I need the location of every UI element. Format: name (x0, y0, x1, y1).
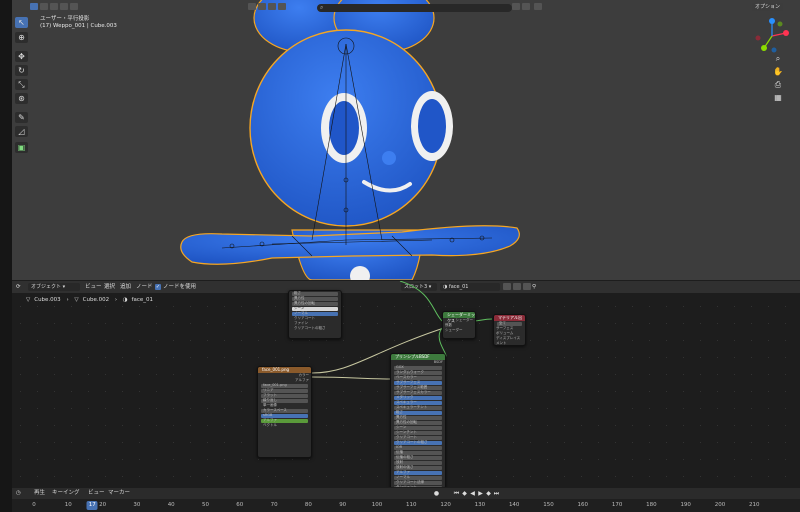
cursor-tool-icon[interactable]: ⊕ (15, 32, 28, 43)
frame-tick: 20 (99, 502, 107, 508)
frame-tick: 50 (202, 502, 209, 508)
record-icon[interactable]: ● (433, 490, 440, 497)
keying-menu[interactable]: キーイング (52, 488, 80, 499)
measure-tool-icon[interactable]: ◿ (15, 126, 28, 137)
search-icon: ⌕ (320, 4, 324, 11)
prev-keyframe-icon[interactable]: ◆ (461, 490, 468, 497)
tool-shelf: ↖ ⊕ ✥ ↻ ⤡ ⊛ ✎ ◿ ▣ (12, 15, 31, 155)
select-tool-icon[interactable]: ↖ (15, 17, 28, 28)
mix-shader-node[interactable]: シェーダーミックス シェーダー 係数 シェーダー (442, 311, 476, 339)
frame-tick: 30 (133, 502, 141, 508)
node-row[interactable]: ディスプレイスメント (496, 336, 523, 345)
frame-tick: 140 (508, 502, 520, 508)
proportional-edit-button[interactable] (278, 3, 286, 10)
image-texture-node[interactable]: face_001.png カラー アルファ face_001.png リニア フ… (257, 366, 312, 458)
snap-button[interactable] (268, 3, 276, 10)
frame-tick: 120 (440, 502, 451, 508)
play-icon[interactable]: ▶ (477, 490, 484, 497)
viewport-header: ⌕ オプション (12, 0, 800, 14)
frame-tick: 90 (339, 502, 347, 508)
timeline-editor-icon[interactable]: ◷ (16, 488, 21, 499)
frame-tick: 160 (577, 502, 589, 508)
filter-button[interactable] (534, 3, 542, 10)
frame-tick: 180 (646, 502, 657, 508)
object-info: (17) Weppo_001 | Cube.003 (40, 23, 117, 29)
grid-view-icon[interactable]: ▦ (772, 92, 784, 103)
pivot-button[interactable] (258, 3, 266, 10)
overlay-button[interactable] (512, 3, 520, 10)
annotate-tool-icon[interactable]: ✎ (15, 112, 28, 123)
next-keyframe-icon[interactable]: ◆ (485, 490, 492, 497)
frame-tick: 10 (64, 502, 72, 508)
frame-tick: 110 (406, 502, 417, 508)
viewport-search-input[interactable]: ⌕ (317, 4, 512, 12)
node-row[interactable]: シェーダー (445, 328, 473, 333)
add-cube-tool-icon[interactable]: ▣ (15, 142, 28, 153)
frame-tick: 40 (167, 502, 175, 508)
frame-tick: 80 (304, 502, 312, 508)
frame-tick: 70 (270, 502, 278, 508)
frame-tick: 130 (474, 502, 486, 508)
frame-tick: 60 (236, 502, 244, 508)
node-row[interactable]: ベクトル (260, 423, 309, 428)
select-mode-button-2[interactable] (40, 3, 48, 10)
3d-viewport[interactable]: ⌕ オプション ユーザー・平行投影 (17) Weppo_001 | Cube.… (12, 0, 800, 280)
frame-tick: 150 (543, 502, 554, 508)
viewport-scene (180, 0, 520, 280)
viewport-info: ユーザー・平行投影 (17) Weppo_001 | Cube.003 (40, 16, 117, 30)
play-reverse-icon[interactable]: ◀ (469, 490, 476, 497)
transform-tool-icon[interactable]: ⊛ (15, 93, 28, 104)
current-frame-indicator[interactable]: 17 (86, 501, 98, 510)
timeline-header: ◷ 再生 キーイング ビュー マーカー ● ⏮ ◆ ◀ ▶ ◆ ⏭ (12, 488, 800, 499)
frame-tick: 170 (611, 502, 623, 508)
marker-menu[interactable]: マーカー (108, 488, 130, 499)
left-edge-strip (0, 0, 12, 512)
move-tool-icon[interactable]: ✥ (15, 51, 28, 62)
camera-icon[interactable]: ⎙ (772, 79, 784, 90)
navigation-gizmo[interactable] (752, 16, 792, 56)
view-name: ユーザー・平行投影 (40, 16, 90, 22)
frame-tick: 190 (680, 502, 691, 508)
partial-bsdf-node[interactable]: 粗さ 異方性 異方性の回転 シーン ノーマル クリアコート ファイン クリアコー… (288, 290, 342, 339)
frame-tick: 0 (32, 502, 36, 508)
shader-node-editor[interactable]: ⟳ オブジェクト ▾ ビュー 選択 追加 ノード ✓ ノードを使用 スロット3 … (12, 281, 800, 487)
select-mode-button[interactable] (30, 3, 38, 10)
view-menu[interactable]: ビュー (88, 488, 105, 499)
transform-orientation-button[interactable] (248, 3, 256, 10)
node-row[interactable]: クリアコートの粗さ (291, 326, 339, 331)
jump-end-icon[interactable]: ⏭ (493, 490, 500, 497)
rotate-tool-icon[interactable]: ↻ (15, 65, 28, 76)
select-mode-button-4[interactable] (60, 3, 68, 10)
node-row[interactable]: タンジェント (393, 485, 443, 487)
overlay-dropdown[interactable] (522, 3, 530, 10)
scale-tool-icon[interactable]: ⤡ (15, 79, 28, 90)
nose (382, 151, 396, 165)
options-dropdown[interactable]: オプション (752, 3, 784, 11)
select-mode-button-5[interactable] (70, 3, 78, 10)
select-mode-button-3[interactable] (50, 3, 58, 10)
frame-tick: 210 (749, 502, 760, 508)
playback-menu[interactable]: 再生 (34, 488, 45, 499)
jump-start-icon[interactable]: ⏮ (453, 490, 460, 497)
timeline-ruler[interactable]: 0 10 20 30 40 50 60 70 80 90 100 110 120 130 140 150 160… (12, 499, 800, 512)
frame-tick: 200 (714, 502, 726, 508)
bsdf-rows: GGX ランダムウォーク ベースカラー サブサーフェス サブサーフェス範囲 サブサーフェス… (391, 365, 445, 487)
frame-tick: 100 (371, 502, 383, 508)
timeline[interactable]: ◷ 再生 キーイング ビュー マーカー ● ⏮ ◆ ◀ ▶ ◆ ⏭ 0 10 20 3… (12, 488, 800, 512)
material-output-node[interactable]: マテリアル出力 全て サーフェス ボリューム ディスプレイスメント (493, 314, 526, 346)
zoom-icon[interactable]: ⌕ (772, 53, 784, 64)
pan-hand-icon[interactable]: ✋ (772, 66, 784, 77)
principled-bsdf-node[interactable]: プリンシプルBSDF BSDF GGX ランダムウォーク ベースカラー サブサーフェス… (390, 353, 446, 487)
